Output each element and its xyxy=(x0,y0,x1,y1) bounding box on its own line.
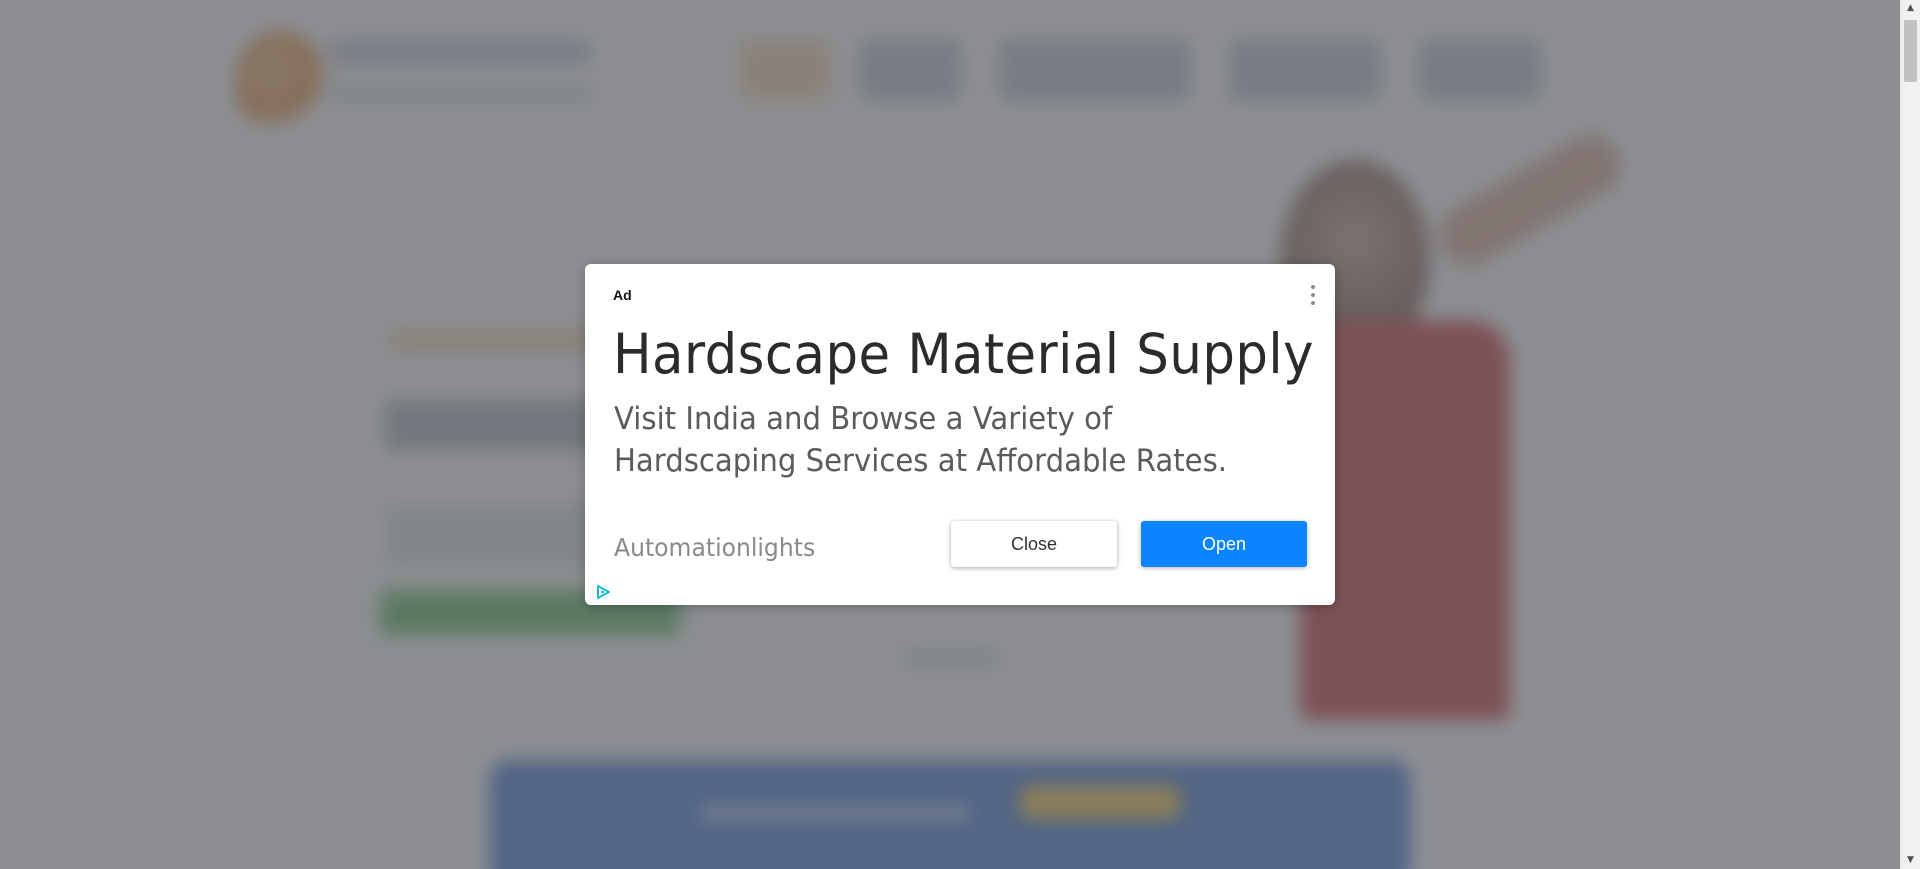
vertical-dots-icon[interactable] xyxy=(1307,283,1319,307)
ad-description[interactable]: Visit India and Browse a Variety of Hard… xyxy=(614,398,1291,482)
ad-dialog[interactable]: Ad Hardscape Material Supply Visit India… xyxy=(585,264,1335,605)
scrollbar-thumb[interactable] xyxy=(1904,20,1917,82)
down-arrow-icon[interactable]: ▼ xyxy=(1901,852,1920,869)
ad-headline[interactable]: Hardscape Material Supply xyxy=(613,322,1314,386)
ad-label: Ad xyxy=(613,287,632,303)
up-arrow-icon[interactable]: ▲ xyxy=(1901,0,1920,17)
ad-advertiser[interactable]: Automationlights xyxy=(614,533,815,562)
vertical-scrollbar[interactable]: ▲ ▼ xyxy=(1900,0,1920,869)
open-button[interactable]: Open xyxy=(1141,521,1307,567)
close-button[interactable]: Close xyxy=(951,521,1117,567)
adchoices-triangle-icon[interactable] xyxy=(595,584,611,600)
